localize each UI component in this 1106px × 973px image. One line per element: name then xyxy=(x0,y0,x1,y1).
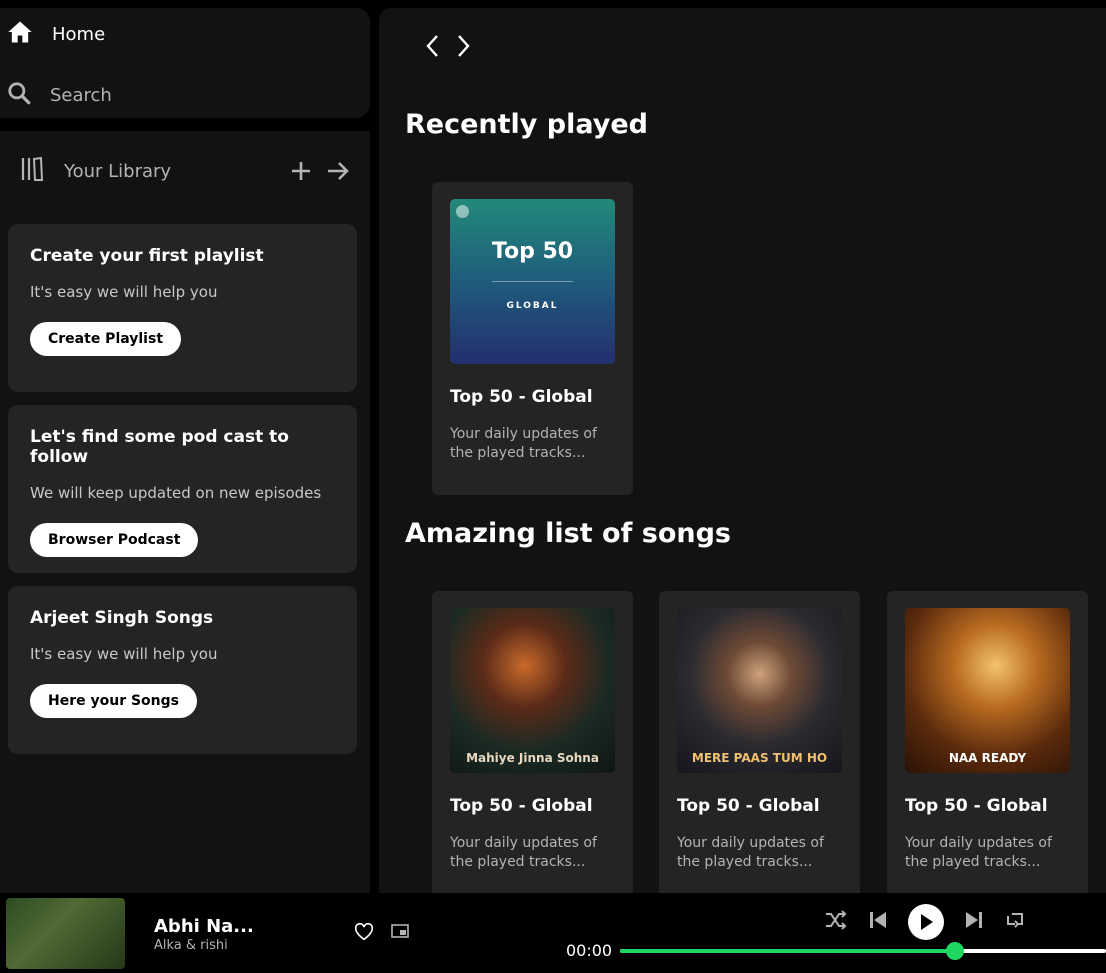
now-playing-artist[interactable]: Alka & rishi xyxy=(154,938,228,953)
nav-home-label: Home xyxy=(52,23,106,45)
arrow-right-icon[interactable] xyxy=(326,160,350,182)
picture-in-picture-icon[interactable] xyxy=(391,923,409,942)
now-playing-thumbnail xyxy=(6,898,125,969)
history-nav xyxy=(423,32,473,64)
tile-title: Top 50 - Global xyxy=(905,796,1048,816)
library-icon[interactable] xyxy=(20,156,44,186)
song-cover: NAA READY xyxy=(905,608,1070,773)
card-subtitle: It's easy we will help you xyxy=(30,645,218,663)
nav-home[interactable]: Home xyxy=(6,18,105,50)
skip-forward-icon[interactable] xyxy=(964,909,984,935)
card-title: Arjeet Singh Songs xyxy=(30,608,214,628)
song-tile[interactable]: MERE PAAS TUM HO Top 50 - Global Your da… xyxy=(659,591,860,893)
amazing-list-title: Amazing list of songs xyxy=(405,518,731,549)
card-subtitle: We will keep updated on new episodes xyxy=(30,484,322,502)
chevron-right-icon[interactable] xyxy=(453,32,473,64)
library-card-songs: Arjeet Singh Songs It's easy we will hel… xyxy=(8,586,357,754)
tile-title: Top 50 - Global xyxy=(450,387,593,407)
tile-description: Your daily updates of the played tracks.… xyxy=(905,835,1052,870)
card-title: Create your first playlist xyxy=(30,246,264,266)
card-title: Let's find some pod cast to follow xyxy=(30,427,289,467)
sidebar-nav: Home Search xyxy=(0,8,370,118)
play-button[interactable] xyxy=(908,904,944,940)
add-icon[interactable] xyxy=(290,160,312,182)
song-tile[interactable]: NAA READY Top 50 - Global Your daily upd… xyxy=(887,591,1088,893)
song-cover: MERE PAAS TUM HO xyxy=(677,608,842,773)
song-cover: Mahiye Jinna Sohna xyxy=(450,608,615,773)
nav-search[interactable]: Search xyxy=(6,80,112,110)
player-bar: Abhi Na... Alka & rishi 00:00 xyxy=(0,893,1106,973)
heart-icon[interactable] xyxy=(354,922,374,945)
here-songs-button[interactable]: Here your Songs xyxy=(30,684,197,718)
library-card-playlist: Create your first playlist It's easy we … xyxy=(8,224,357,392)
search-icon xyxy=(6,80,32,110)
library-header: Your Library xyxy=(20,153,350,189)
tile-description: Your daily updates of the played tracks.… xyxy=(450,835,597,870)
cover-caption: NAA READY xyxy=(948,751,1027,765)
elapsed-time: 00:00 xyxy=(566,941,613,960)
browse-podcast-button[interactable]: Browser Podcast xyxy=(30,523,199,557)
cover-caption: MERE PAAS TUM HO xyxy=(691,751,828,765)
progress-knob[interactable] xyxy=(946,942,965,960)
progress-fill xyxy=(620,949,956,953)
now-playing-title[interactable]: Abhi Na... xyxy=(154,916,254,937)
cover-divider xyxy=(492,281,573,282)
song-tile[interactable]: Mahiye Jinna Sohna Top 50 - Global Your … xyxy=(432,591,633,893)
shuffle-icon[interactable] xyxy=(824,909,848,935)
tile-description: Your daily updates of the played tracks.… xyxy=(450,426,597,461)
tile-title: Top 50 - Global xyxy=(450,796,593,816)
cover-title: Top 50 xyxy=(491,239,574,264)
recently-played-title: Recently played xyxy=(405,109,649,140)
tile-description: Your daily updates of the played tracks.… xyxy=(677,835,824,870)
playlist-cover: Top 50 GLOBAL xyxy=(450,199,615,364)
progress-bar[interactable] xyxy=(620,942,1106,960)
create-playlist-button[interactable]: Create Playlist xyxy=(30,322,182,356)
tile-title: Top 50 - Global xyxy=(677,796,820,816)
cover-caption: Mahiye Jinna Sohna xyxy=(466,751,599,765)
library-label[interactable]: Your Library xyxy=(64,161,276,182)
library-panel: Your Library Create your first playlist … xyxy=(0,131,370,893)
library-card-podcast: Let's find some pod cast to follow We wi… xyxy=(8,405,357,573)
spotify-logo-icon xyxy=(456,205,469,218)
skip-back-icon[interactable] xyxy=(868,909,888,935)
chevron-left-icon[interactable] xyxy=(423,32,443,64)
home-icon xyxy=(6,18,34,50)
main-content: Recently played Top 50 GLOBAL Top 50 - G… xyxy=(379,8,1106,893)
card-subtitle: It's easy we will help you xyxy=(30,283,218,301)
cover-subtitle: GLOBAL xyxy=(506,301,559,311)
repeat-icon[interactable] xyxy=(1004,910,1026,934)
playback-controls xyxy=(824,904,1046,940)
playlist-tile[interactable]: Top 50 GLOBAL Top 50 - Global Your daily… xyxy=(432,182,633,495)
nav-search-label: Search xyxy=(50,84,112,106)
